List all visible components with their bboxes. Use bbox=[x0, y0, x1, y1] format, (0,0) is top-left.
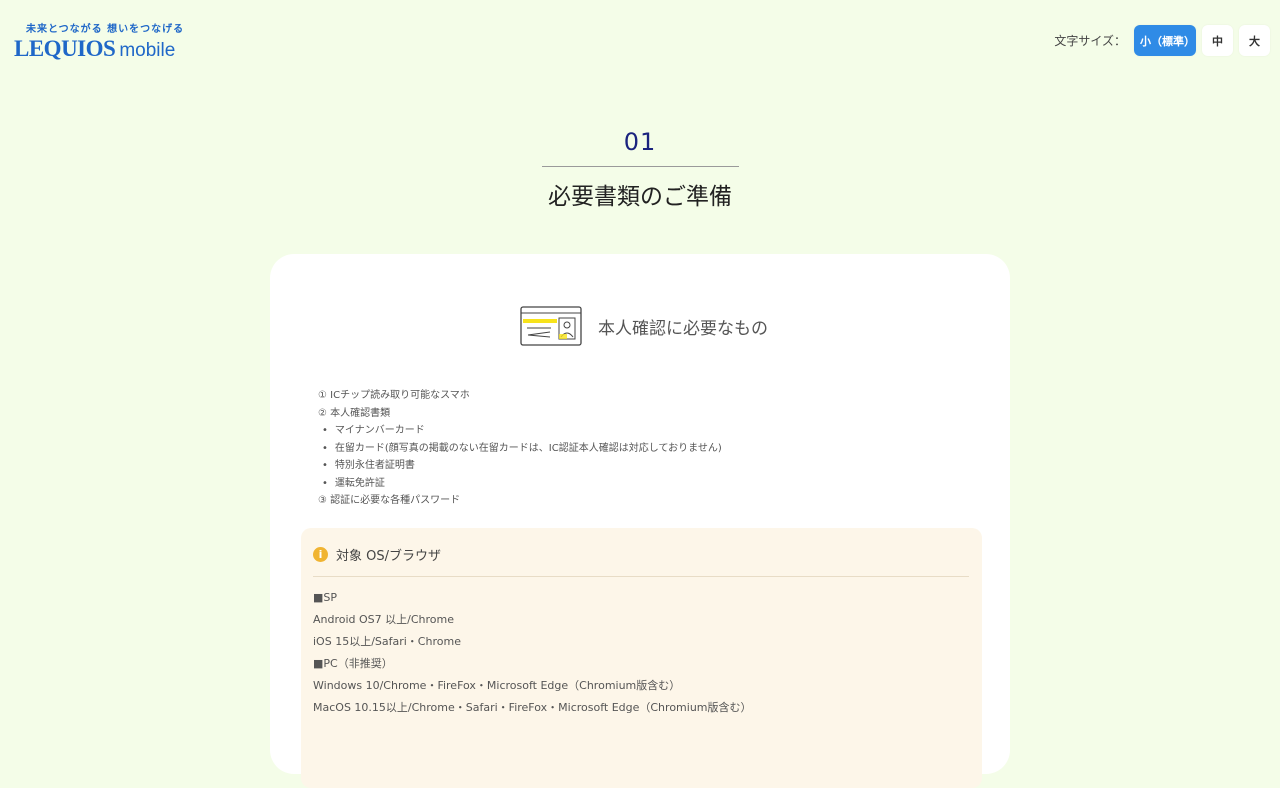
os-line: ■SP bbox=[313, 591, 338, 604]
list-item: ① ICチップ読み取り可能なスマホ bbox=[318, 390, 470, 401]
os-line: ■PC（非推奨） bbox=[313, 657, 393, 670]
os-line: MacOS 10.15以上/Chrome・Safari・FireFox・Micr… bbox=[313, 701, 752, 714]
step-divider bbox=[541, 166, 739, 167]
card-title: 本人確認に必要なもの bbox=[598, 318, 768, 339]
font-size-label: 文字サイズ： bbox=[1054, 34, 1126, 48]
list-item: ② 本人確認書類 bbox=[318, 407, 391, 419]
logo-sub-text: mobile bbox=[119, 40, 176, 61]
document-item: 運転免許証 bbox=[318, 475, 722, 493]
logo[interactable]: 未来とつながる 想いをつなげる LEQUIOS mobile bbox=[14, 20, 184, 62]
document-item: 特別永住者証明書 bbox=[318, 457, 722, 475]
logo-tagline: 未来とつながる 想いをつなげる bbox=[26, 24, 185, 35]
requirements-card: 本人確認に必要なもの ① ICチップ読み取り可能なスマホ ② 本人確認書類 マイ… bbox=[270, 254, 1010, 788]
os-box-title: 対象 OS/ブラウザ bbox=[336, 549, 441, 564]
header: 未来とつながる 想いをつなげる LEQUIOS mobile 文字サイズ： 小（… bbox=[0, 0, 1280, 80]
step-heading: 01 必要書類のご準備 bbox=[0, 128, 1280, 211]
os-line: iOS 15以上/Safari・Chrome bbox=[313, 635, 461, 648]
document-item: マイナンバーカード bbox=[318, 422, 722, 440]
font-size-medium-button[interactable]: 中 bbox=[1202, 25, 1233, 56]
os-line: Windows 10/Chrome・FireFox・Microsoft Edge… bbox=[313, 679, 681, 692]
step-number: 01 bbox=[623, 128, 657, 156]
card-header: 本人確認に必要なもの bbox=[520, 306, 768, 346]
info-icon: i bbox=[313, 547, 328, 562]
font-size-large-button[interactable]: 大 bbox=[1239, 25, 1270, 56]
step-title: 必要書類のご準備 bbox=[548, 184, 732, 210]
supported-os-box: i 対象 OS/ブラウザ ■SP Android OS7 以上/Chrome i… bbox=[301, 528, 982, 788]
font-size-small-button[interactable]: 小（標準） bbox=[1134, 25, 1196, 56]
id-card-icon bbox=[520, 306, 582, 346]
font-size-control: 文字サイズ： 小（標準） 中 大 bbox=[1054, 25, 1270, 56]
os-box-divider bbox=[313, 576, 969, 577]
os-list: ■SP Android OS7 以上/Chrome iOS 15以上/Safar… bbox=[313, 587, 752, 719]
requirements-list: ① ICチップ読み取り可能なスマホ ② 本人確認書類 マイナンバーカード 在留カ… bbox=[318, 387, 722, 510]
os-line: Android OS7 以上/Chrome bbox=[313, 613, 455, 626]
list-item: ③ 認証に必要な各種パスワード bbox=[318, 495, 461, 506]
logo-main-text: LEQUIOS bbox=[14, 36, 116, 61]
document-item: 在留カード(顔写真の掲載のない在留カードは、IC認証本人確認は対応しておりません… bbox=[318, 440, 722, 458]
os-box-header: i 対象 OS/ブラウザ bbox=[313, 545, 441, 564]
